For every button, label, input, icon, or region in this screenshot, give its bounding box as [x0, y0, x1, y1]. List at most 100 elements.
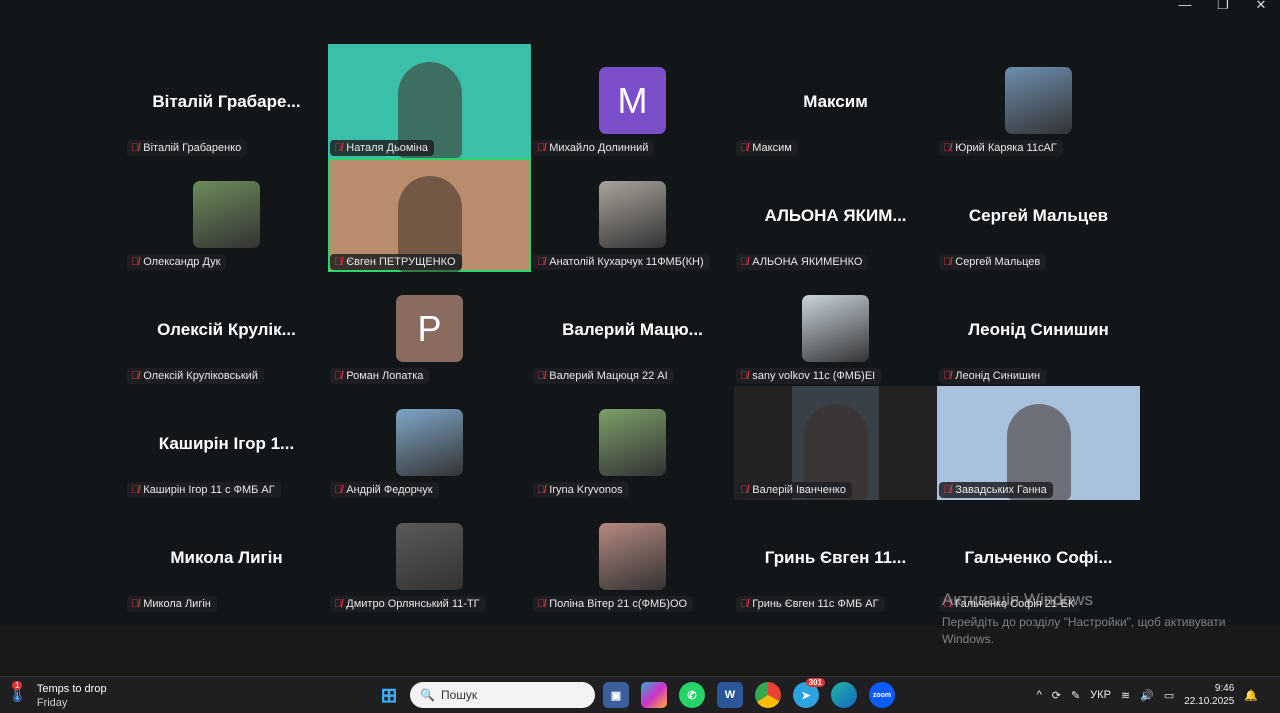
participant-name-display: Максим [803, 92, 868, 111]
participant-name: Валерій Іванченко [752, 484, 846, 496]
avatar [193, 181, 260, 248]
participant-tile[interactable]: 🎙̸ Андрій Федорчук [328, 386, 531, 500]
participant-tile[interactable]: 🎙̸ Iryna Kryvonos [531, 386, 734, 500]
participant-tile[interactable]: Віталій Грабаре... 🎙̸ Віталій Грабаренко [125, 44, 328, 158]
volume-icon[interactable]: 🔊 [1140, 689, 1154, 702]
participant-name: Завадських Ганна [955, 484, 1047, 496]
participant-tile[interactable]: АЛЬОНА ЯКИМ... 🎙̸ АЛЬОНА ЯКИМЕНКО [734, 158, 937, 272]
clock[interactable]: 9:46 22.10.2025 [1184, 682, 1234, 708]
participant-name: sany volkov 11с (ФМБ)ЕІ [752, 370, 876, 382]
participant-name-display: Гальченко Софі... [964, 548, 1113, 567]
restore-button[interactable]: ❐ [1204, 0, 1242, 12]
mic-muted-icon: 🎙̸ [537, 484, 546, 496]
participant-tile[interactable]: Максим 🎙̸ Максим [734, 44, 937, 158]
close-button[interactable]: ✕ [1242, 0, 1280, 12]
chevron-up-icon[interactable]: ^ [1037, 689, 1042, 701]
app-icon-pc[interactable]: ▣ [603, 682, 629, 708]
participant-label: 🎙̸ АЛЬОНА ЯКИМЕНКО [736, 254, 869, 270]
participant-tile[interactable]: Гринь Євген 11... 🎙̸ Гринь Євген 11с ФМБ А… [734, 500, 937, 614]
participant-name: Юрий Каряка 11сАГ [955, 142, 1057, 154]
participant-name: Олександр Дук [143, 256, 221, 268]
weather-widget[interactable]: 🌡 1 Temps to drop Friday [6, 681, 107, 709]
participant-name: Євген ПЕТРУЩЕНКО [346, 256, 456, 268]
participant-name-display: Олексій Крулік... [157, 320, 296, 339]
mic-muted-icon: 🎙̸ [740, 370, 749, 382]
sync-icon[interactable]: ⟳ [1052, 689, 1061, 702]
participant-label: 🎙̸ Каширін Ігор 11 с ФМБ АГ [127, 482, 281, 498]
participant-label: 🎙̸ Завадських Ганна [939, 482, 1053, 498]
participant-name-display: Сергей Мальцев [968, 206, 1109, 225]
avatar [599, 409, 666, 476]
participant-tile[interactable]: 🎙̸ Наталя Дьоміна [328, 44, 531, 158]
zoom-icon[interactable]: zoom [869, 682, 895, 708]
participant-name: Анатолій Кухарчук 11ФМБ(КН) [549, 256, 704, 268]
participant-label: 🎙̸ Олександр Дук [127, 254, 227, 270]
participant-name: Валерий Мацюця 22 АІ [549, 370, 668, 382]
participant-tile[interactable]: 🎙̸ Дмитро Орлянський 11-ТГ [328, 500, 531, 614]
notification-icon[interactable]: 🔔 [1244, 689, 1258, 702]
participant-tile[interactable]: M 🎙̸ Михайло Долинний [531, 44, 734, 158]
participant-tile[interactable]: 🎙̸ Євген ПЕТРУЩЕНКО [328, 158, 531, 272]
mic-muted-icon: 🎙̸ [334, 484, 343, 496]
telegram-icon[interactable]: ➤ 301 [793, 678, 825, 708]
participant-tile[interactable]: Леонід Синишин 🎙̸ Леонід Синишин [937, 272, 1140, 386]
participant-name: Максим [752, 142, 792, 154]
participant-tile[interactable]: 🎙̸ Валерій Іванченко [734, 386, 937, 500]
language-indicator[interactable]: УКР [1090, 689, 1111, 701]
mic-muted-icon: 🎙̸ [740, 256, 749, 268]
mic-muted-icon: 🎙̸ [131, 256, 140, 268]
whatsapp-icon[interactable]: ✆ [679, 682, 705, 708]
participant-name-display: Леонід Синишин [968, 320, 1109, 339]
minimize-button[interactable]: — [1166, 0, 1204, 12]
windows-activation-watermark: Активація Windows Перейдіть до розділу "… [942, 590, 1226, 646]
avatar: P [396, 295, 463, 362]
participant-label: 🎙̸ Валерий Мацюця 22 АІ [533, 368, 674, 384]
battery-icon[interactable]: ▭ [1164, 689, 1174, 702]
participant-name-display: Гринь Євген 11... [764, 548, 907, 567]
participant-tile[interactable]: 🎙̸ Завадських Ганна [937, 386, 1140, 500]
copilot-icon[interactable] [641, 682, 667, 708]
wifi-icon[interactable]: ≋ [1121, 689, 1130, 702]
edge-icon[interactable] [831, 682, 857, 708]
mic-muted-icon: 🎙̸ [740, 142, 749, 154]
participant-tile[interactable]: Валерий Мацю... 🎙̸ Валерий Мацюця 22 АІ [531, 272, 734, 386]
mic-muted-icon: 🎙̸ [131, 484, 140, 496]
participant-tile[interactable]: P 🎙̸ Роман Лопатка [328, 272, 531, 386]
participant-label: 🎙̸ Сергей Мальцев [939, 254, 1047, 270]
participant-name: Леонід Синишин [955, 370, 1041, 382]
participant-label: 🎙̸ Леонід Синишин [939, 368, 1047, 384]
word-icon[interactable]: W [717, 682, 743, 708]
participant-tile[interactable]: 🎙̸ sany volkov 11с (ФМБ)ЕІ [734, 272, 937, 386]
mic-muted-icon: 🎙̸ [131, 370, 140, 382]
participant-name: Iryna Kryvonos [549, 484, 623, 496]
participant-name: АЛЬОНА ЯКИМЕНКО [752, 256, 863, 268]
participant-tile[interactable]: Каширін Ігор 1... 🎙̸ Каширін Ігор 11 с ФМБ… [125, 386, 328, 500]
avatar [599, 523, 666, 590]
participant-tile[interactable]: 🎙̸ Поліна Вітер 21 с(ФМБ)ОО [531, 500, 734, 614]
participant-name: Михайло Долинний [549, 142, 649, 154]
participant-label: 🎙̸ Поліна Вітер 21 с(ФМБ)ОО [533, 596, 694, 612]
participant-tile[interactable]: 🎙̸ Олександр Дук [125, 158, 328, 272]
chrome-icon[interactable] [755, 682, 781, 708]
participant-tile[interactable]: Олексій Крулік... 🎙̸ Олексій Круліковський [125, 272, 328, 386]
participant-tile[interactable]: Микола Лигін 🎙̸ Микола Лигін [125, 500, 328, 614]
mic-muted-icon: 🎙̸ [131, 142, 140, 154]
mic-muted-icon: 🎙̸ [537, 142, 546, 154]
search-input[interactable]: 🔍 Пошук [410, 682, 595, 708]
participant-name: Роман Лопатка [346, 370, 424, 382]
participant-tile[interactable]: Сергей Мальцев 🎙̸ Сергей Мальцев [937, 158, 1140, 272]
participant-tile[interactable]: 🎙̸ Анатолій Кухарчук 11ФМБ(КН) [531, 158, 734, 272]
participant-name: Андрій Федорчук [346, 484, 433, 496]
participant-name: Віталій Грабаренко [143, 142, 242, 154]
taskbar-apps: ⊞ [376, 682, 402, 708]
participant-name: Сергей Мальцев [955, 256, 1041, 268]
participant-name: Гринь Євген 11с ФМБ АГ [752, 598, 879, 610]
avatar: M [599, 67, 666, 134]
start-button[interactable]: ⊞ [376, 682, 402, 708]
participant-tile[interactable]: 🎙̸ Юрий Каряка 11сАГ [937, 44, 1140, 158]
pen-icon[interactable]: ✎ [1071, 689, 1080, 702]
participant-name-display: АЛЬОНА ЯКИМ... [764, 206, 907, 225]
search-icon: 🔍 [420, 688, 435, 702]
participant-name: Микола Лигін [143, 598, 211, 610]
avatar [396, 409, 463, 476]
